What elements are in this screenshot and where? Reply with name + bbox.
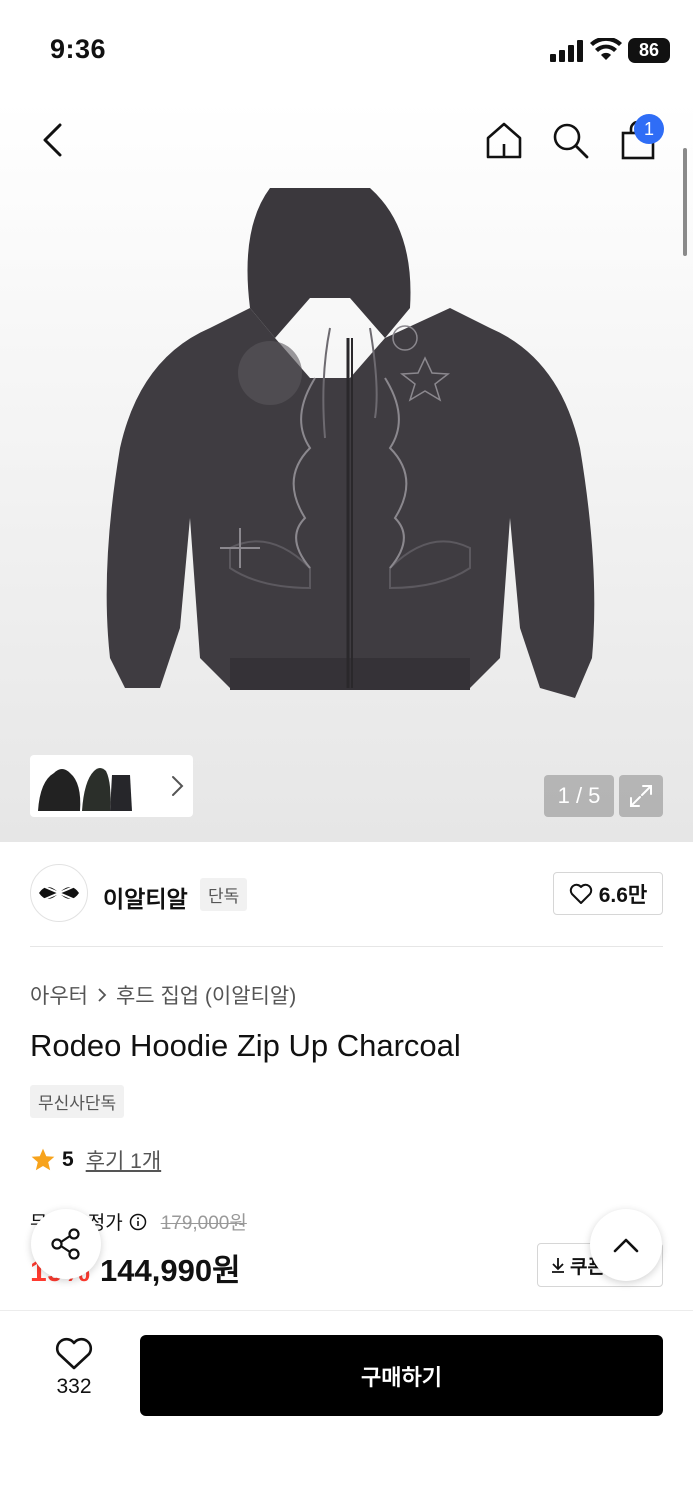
chevron-right-icon (98, 988, 107, 1002)
heart-icon (569, 883, 592, 904)
final-price: 144,990원 (100, 1253, 241, 1288)
product-title: Rodeo Hoodie Zip Up Charcoal (30, 1028, 461, 1063)
search-button[interactable] (546, 116, 594, 164)
chevron-up-icon (613, 1238, 639, 1253)
image-counter: 1 / 5 (544, 775, 614, 817)
wifi-icon (590, 38, 622, 60)
back-button[interactable] (28, 116, 76, 164)
chevron-right-icon[interactable] (167, 773, 187, 799)
share-icon (51, 1228, 80, 1260)
product-exclusive-tag: 무신사단독 (30, 1085, 125, 1118)
bottom-action-bar: 332 구매하기 (0, 1310, 693, 1500)
breadcrumb: 아우터 후드 집업 (이알티알) (30, 980, 296, 1010)
home-icon (486, 122, 522, 159)
divider (30, 946, 663, 947)
brand-name[interactable]: 이알티알 (103, 880, 188, 914)
cart-count-badge: 1 (634, 114, 664, 144)
buy-button[interactable]: 구매하기 (140, 1335, 663, 1416)
rating-row[interactable]: 5 후기 1개 (30, 1145, 161, 1175)
brand-row: 이알티알 단독 6.6만 (0, 842, 693, 946)
heart-icon (55, 1337, 93, 1370)
share-button[interactable] (31, 1209, 101, 1279)
brand-like-button[interactable]: 6.6만 (553, 872, 663, 915)
wishlist-button[interactable]: 332 (42, 1337, 106, 1399)
search-icon (553, 123, 589, 159)
download-icon (552, 1258, 564, 1273)
brand-like-count: 6.6만 (598, 883, 648, 907)
scrollbar[interactable] (683, 148, 687, 256)
info-icon[interactable] (129, 1213, 147, 1231)
product-image[interactable] (80, 188, 620, 718)
status-bar: 9:36 86 (0, 0, 693, 100)
product-gallery[interactable]: 1 1 / 5 (0, 100, 693, 842)
brand-logo-mark (39, 886, 79, 900)
scroll-top-button[interactable] (590, 1209, 662, 1281)
cellular-signal-icon (550, 40, 583, 62)
star-icon (31, 1148, 55, 1171)
wishlist-count: 332 (56, 1375, 92, 1398)
battery-indicator: 86 (628, 38, 670, 63)
brand-logo[interactable] (30, 864, 88, 922)
thumbnail-strip[interactable] (30, 755, 193, 817)
brand-exclusive-tag: 단독 (200, 878, 248, 911)
rating-score: 5 (62, 1148, 74, 1171)
breadcrumb-category[interactable]: 아우터 (30, 980, 88, 1010)
breadcrumb-subcategory[interactable]: 후드 집업 (이알티알) (116, 980, 296, 1010)
expand-icon (630, 785, 652, 807)
chevron-left-icon (43, 123, 62, 157)
home-button[interactable] (480, 116, 528, 164)
thumbnail-images[interactable] (34, 761, 134, 813)
original-price: 179,000원 (160, 1213, 247, 1234)
review-link[interactable]: 후기 1개 (86, 1145, 161, 1175)
status-time: 9:36 (50, 34, 107, 64)
expand-button[interactable] (619, 775, 663, 817)
